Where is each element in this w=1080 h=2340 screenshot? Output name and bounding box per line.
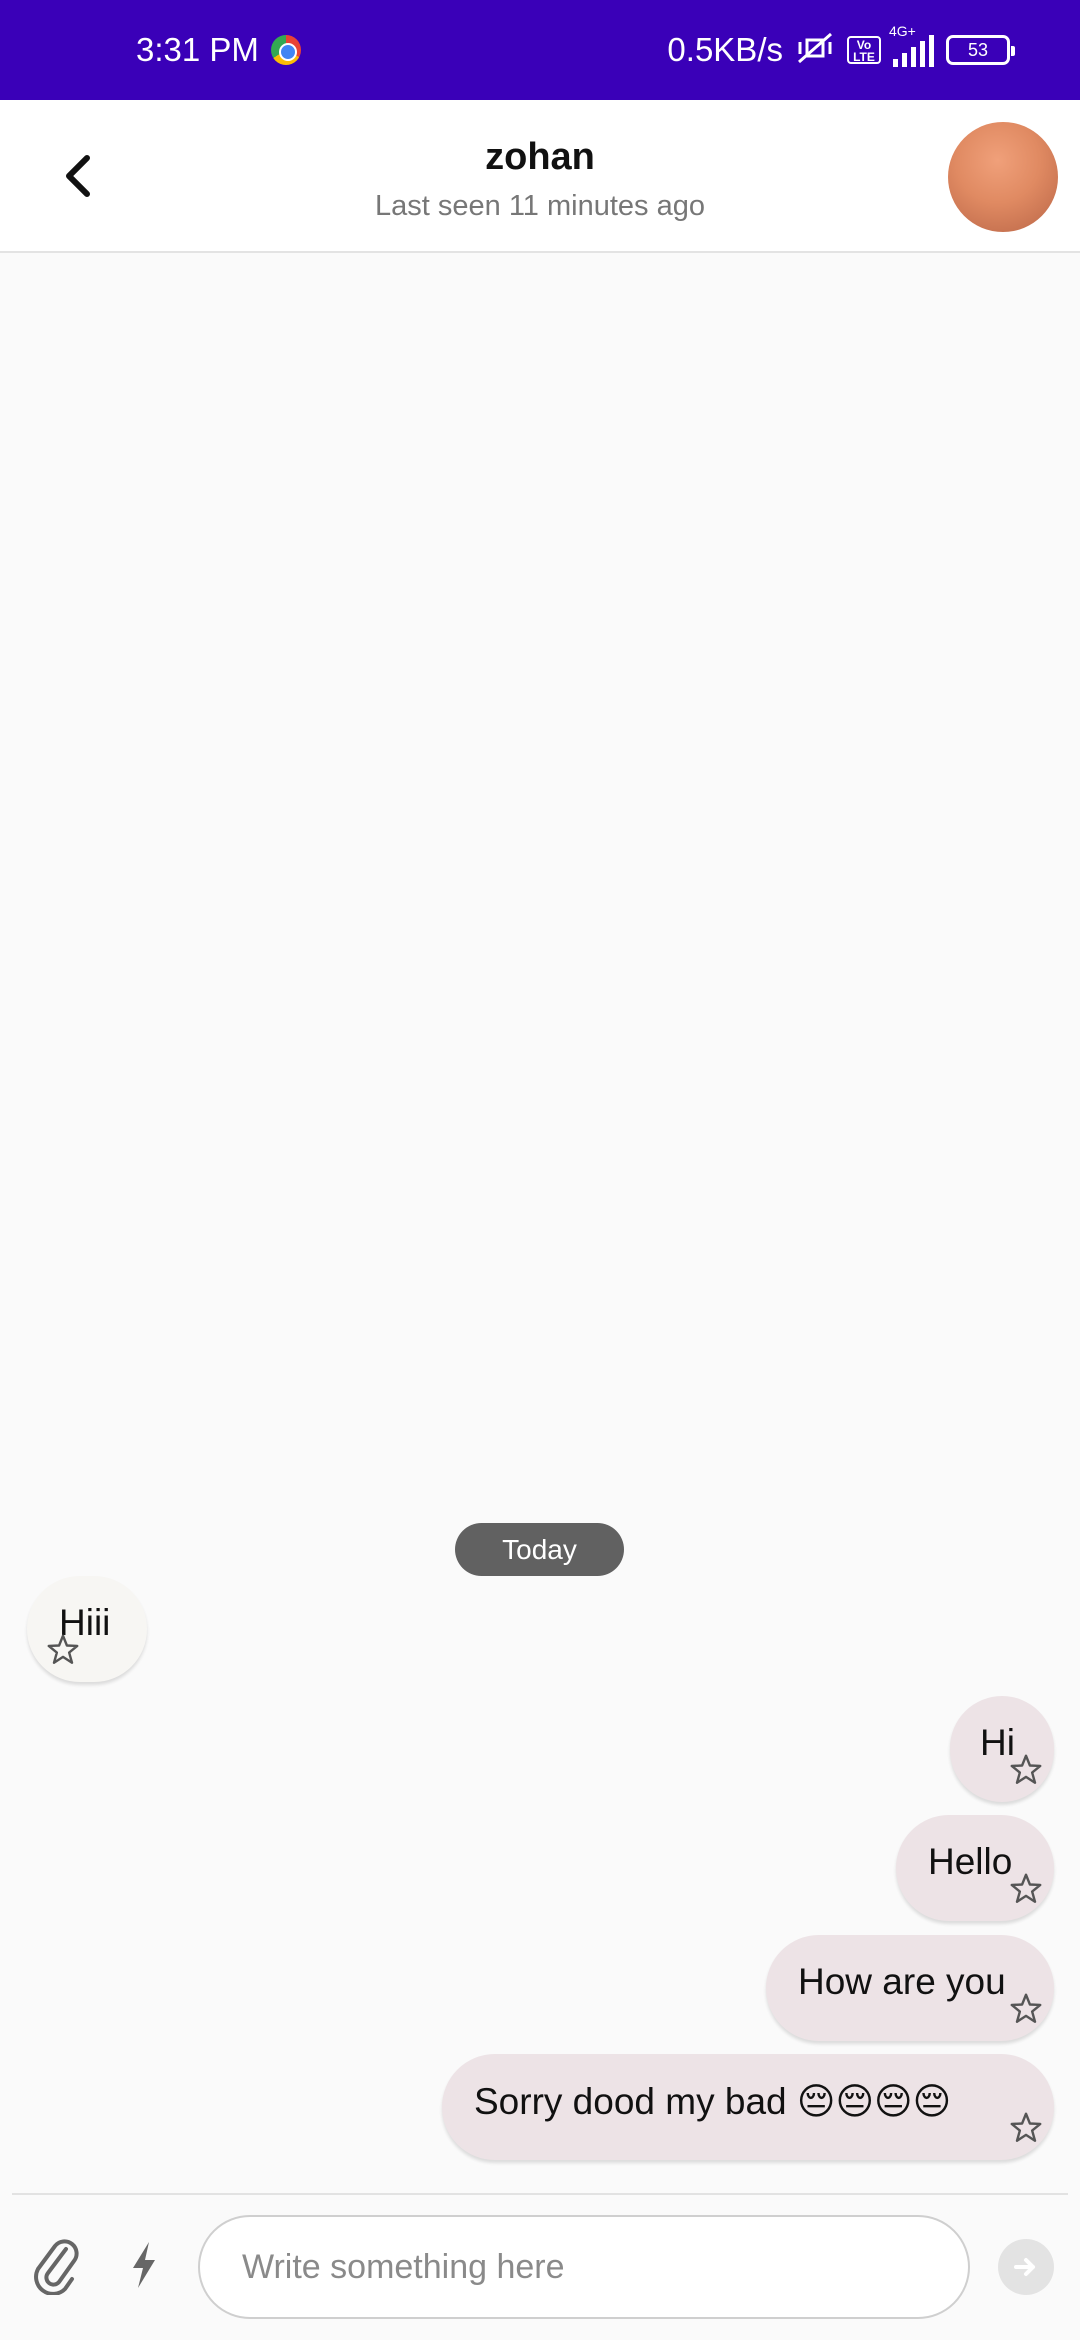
battery-icon: 53 [946,35,1015,65]
chat-messages[interactable]: Today Hiii Hi Hello How are you Sorry do… [0,253,1080,2193]
mute-vibrate-icon [795,30,835,71]
status-bar: 3:31 PM 0.5KB/s Vo LTE 4G+ 53 [0,0,1080,100]
send-arrow-icon [1014,2258,1035,2276]
chrome-icon [270,35,301,65]
star-icon[interactable] [45,1632,81,1668]
signal-icon: 4G+ [889,23,934,67]
network-speed: 0.5KB/s [667,31,783,68]
avatar[interactable] [948,122,1058,232]
message-bubble-outgoing[interactable]: Hi [950,1696,1054,1802]
message-bubble-outgoing[interactable]: Sorry dood my bad 😔😔😔😔 [442,2054,1054,2160]
star-icon[interactable] [1008,1871,1044,1907]
message-bubble-outgoing[interactable]: Hello [896,1815,1054,1921]
chat-header: zohan Last seen 11 minutes ago [0,100,1080,253]
status-time: 3:31 PM [136,31,259,68]
star-icon[interactable] [1008,1991,1044,2027]
signal-bar [911,47,916,67]
message-bubble-incoming[interactable]: Hiii [27,1576,147,1682]
quick-reply-button[interactable] [122,2235,166,2295]
status-right: 0.5KB/s Vo LTE 4G+ 53 [667,0,1015,100]
star-icon[interactable] [1008,2110,1044,2146]
message-composer [0,2195,1080,2340]
status-left: 3:31 PM [136,0,301,100]
lightning-bolt-icon [133,2242,155,2288]
signal-bar [893,59,898,67]
signal-bar [902,53,907,67]
contact-name[interactable]: zohan [0,136,1080,179]
star-icon[interactable] [1008,1752,1044,1788]
message-text: Hello [928,1841,1013,1882]
send-button[interactable] [998,2239,1054,2295]
message-input[interactable] [198,2215,970,2319]
date-separator: Today [455,1523,624,1576]
network-type: 4G+ [889,23,916,39]
message-text: Sorry dood my bad 😔😔😔😔 [474,2081,952,2122]
volte-icon: Vo LTE [847,36,881,64]
paperclip-icon [34,2239,79,2295]
attach-button[interactable] [28,2233,84,2297]
signal-bar [929,35,934,67]
message-bubble-outgoing[interactable]: How are you [766,1935,1054,2041]
last-seen-status: Last seen 11 minutes ago [375,190,705,222]
battery-level: 53 [967,39,989,60]
signal-bar [920,41,925,67]
message-text: How are you [798,1961,1006,2002]
